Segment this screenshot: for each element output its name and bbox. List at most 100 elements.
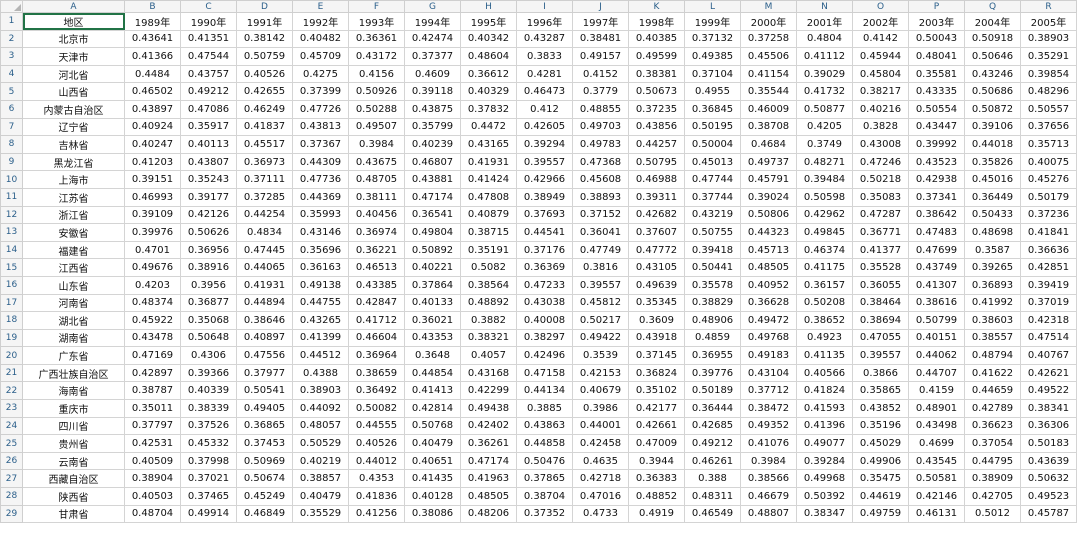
column-header-H[interactable]: H (460, 0, 517, 13)
row-header[interactable]: 18 (0, 311, 23, 330)
value-cell[interactable]: 0.48807 (740, 504, 797, 524)
value-cell[interactable]: 0.41175 (796, 258, 853, 277)
value-cell[interactable]: 0.42531 (124, 434, 181, 453)
value-cell[interactable]: 0.40219 (292, 451, 349, 471)
header-cell-year[interactable]: 1999年 (684, 12, 741, 31)
value-cell[interactable]: 0.40952 (740, 275, 797, 295)
value-cell[interactable]: 0.3816 (572, 258, 629, 277)
column-header-N[interactable]: N (796, 0, 853, 13)
value-cell[interactable]: 0.50529 (292, 434, 349, 453)
value-cell[interactable]: 0.48855 (572, 99, 629, 119)
value-cell[interactable]: 0.36055 (852, 275, 909, 295)
value-cell[interactable]: 0.35345 (628, 293, 685, 313)
value-cell[interactable]: 0.50441 (684, 258, 741, 277)
value-cell[interactable]: 0.4834 (236, 223, 293, 242)
value-cell[interactable]: 0.43385 (348, 275, 405, 295)
value-cell[interactable]: 0.42661 (628, 416, 685, 436)
value-cell[interactable]: 0.39366 (180, 363, 237, 383)
value-cell[interactable]: 0.45709 (292, 47, 349, 66)
value-cell[interactable]: 0.37797 (124, 416, 181, 436)
value-cell[interactable]: 0.41824 (796, 381, 853, 401)
value-cell[interactable]: 0.47736 (292, 170, 349, 189)
region-cell[interactable]: 四川省 (22, 416, 125, 436)
value-cell[interactable]: 0.43875 (404, 99, 461, 119)
value-cell[interactable]: 0.39118 (404, 82, 461, 101)
value-cell[interactable]: 0.47368 (572, 152, 629, 172)
header-cell-year[interactable]: 2004年 (964, 12, 1021, 31)
value-cell[interactable]: 0.38142 (236, 29, 293, 49)
value-cell[interactable]: 0.38347 (796, 504, 853, 524)
value-cell[interactable]: 0.38949 (516, 187, 573, 207)
value-cell[interactable]: 0.43863 (516, 416, 573, 436)
row-header[interactable]: 3 (0, 47, 23, 66)
row-header[interactable]: 4 (0, 64, 23, 84)
value-cell[interactable]: 0.41931 (236, 275, 293, 295)
value-cell[interactable]: 0.3944 (628, 451, 685, 471)
value-cell[interactable]: 0.4057 (460, 346, 517, 365)
value-cell[interactable]: 0.42814 (404, 399, 461, 418)
region-cell[interactable]: 浙江省 (22, 205, 125, 225)
value-cell[interactable]: 0.41396 (796, 416, 853, 436)
value-cell[interactable]: 0.45944 (852, 47, 909, 66)
region-cell[interactable]: 江苏省 (22, 187, 125, 207)
value-cell[interactable]: 0.47808 (460, 187, 517, 207)
value-cell[interactable]: 0.4609 (404, 64, 461, 84)
value-cell[interactable]: 0.40339 (180, 381, 237, 401)
value-cell[interactable]: 0.50581 (908, 469, 965, 489)
value-cell[interactable]: 0.38217 (852, 82, 909, 101)
value-cell[interactable]: 0.36163 (292, 258, 349, 277)
value-cell[interactable]: 0.35544 (740, 82, 797, 101)
value-cell[interactable]: 0.37367 (292, 135, 349, 154)
value-cell[interactable]: 0.41377 (852, 240, 909, 260)
value-cell[interactable]: 0.50646 (964, 47, 1021, 66)
value-cell[interactable]: 0.40133 (404, 293, 461, 313)
value-cell[interactable]: 0.49703 (572, 117, 629, 137)
value-cell[interactable]: 0.44001 (572, 416, 629, 436)
value-cell[interactable]: 0.50476 (516, 451, 573, 471)
value-cell[interactable]: 0.37176 (516, 240, 573, 260)
row-header[interactable]: 23 (0, 399, 23, 418)
value-cell[interactable]: 0.35917 (180, 117, 237, 137)
value-cell[interactable]: 0.4701 (124, 240, 181, 260)
value-cell[interactable]: 0.37235 (628, 99, 685, 119)
value-cell[interactable]: 0.45332 (180, 434, 237, 453)
value-cell[interactable]: 0.47287 (852, 205, 909, 225)
value-cell[interactable]: 0.38481 (572, 29, 629, 49)
region-cell[interactable]: 黑龙江省 (22, 152, 125, 172)
value-cell[interactable]: 0.45249 (236, 487, 293, 506)
value-cell[interactable]: 0.4733 (572, 504, 629, 524)
value-cell[interactable]: 0.37145 (628, 346, 685, 365)
value-cell[interactable]: 0.42126 (180, 205, 237, 225)
value-cell[interactable]: 0.49212 (684, 434, 741, 453)
value-cell[interactable]: 0.4156 (348, 64, 405, 84)
value-cell[interactable]: 0.43168 (460, 363, 517, 383)
value-cell[interactable]: 0.38652 (796, 311, 853, 330)
header-cell-year[interactable]: 2002年 (852, 12, 909, 31)
value-cell[interactable]: 0.50969 (236, 451, 293, 471)
value-cell[interactable]: 0.43918 (628, 328, 685, 348)
value-cell[interactable]: 0.44854 (404, 363, 461, 383)
value-cell[interactable]: 0.39265 (964, 258, 1021, 277)
value-cell[interactable]: 0.49352 (740, 416, 797, 436)
value-cell[interactable]: 0.37019 (1020, 293, 1077, 313)
value-cell[interactable]: 0.43757 (180, 64, 237, 84)
value-cell[interactable]: 0.44541 (516, 223, 573, 242)
value-cell[interactable]: 0.39484 (796, 170, 853, 189)
value-cell[interactable]: 0.49522 (1020, 381, 1077, 401)
value-cell[interactable]: 0.40075 (1020, 152, 1077, 172)
value-cell[interactable]: 0.41836 (348, 487, 405, 506)
value-cell[interactable]: 0.50208 (796, 293, 853, 313)
row-header[interactable]: 29 (0, 504, 23, 524)
value-cell[interactable]: 0.50768 (404, 416, 461, 436)
value-cell[interactable]: 0.50755 (684, 223, 741, 242)
value-cell[interactable]: 0.44257 (628, 135, 685, 154)
value-cell[interactable]: 0.43807 (180, 152, 237, 172)
value-cell[interactable]: 0.38694 (852, 311, 909, 330)
value-cell[interactable]: 0.49906 (852, 451, 909, 471)
value-cell[interactable]: 0.3885 (516, 399, 573, 418)
value-cell[interactable]: 0.40924 (124, 117, 181, 137)
value-cell[interactable]: 0.50218 (852, 170, 909, 189)
value-cell[interactable]: 0.46679 (740, 487, 797, 506)
value-cell[interactable]: 0.5082 (460, 258, 517, 277)
value-cell[interactable]: 0.45506 (740, 47, 797, 66)
